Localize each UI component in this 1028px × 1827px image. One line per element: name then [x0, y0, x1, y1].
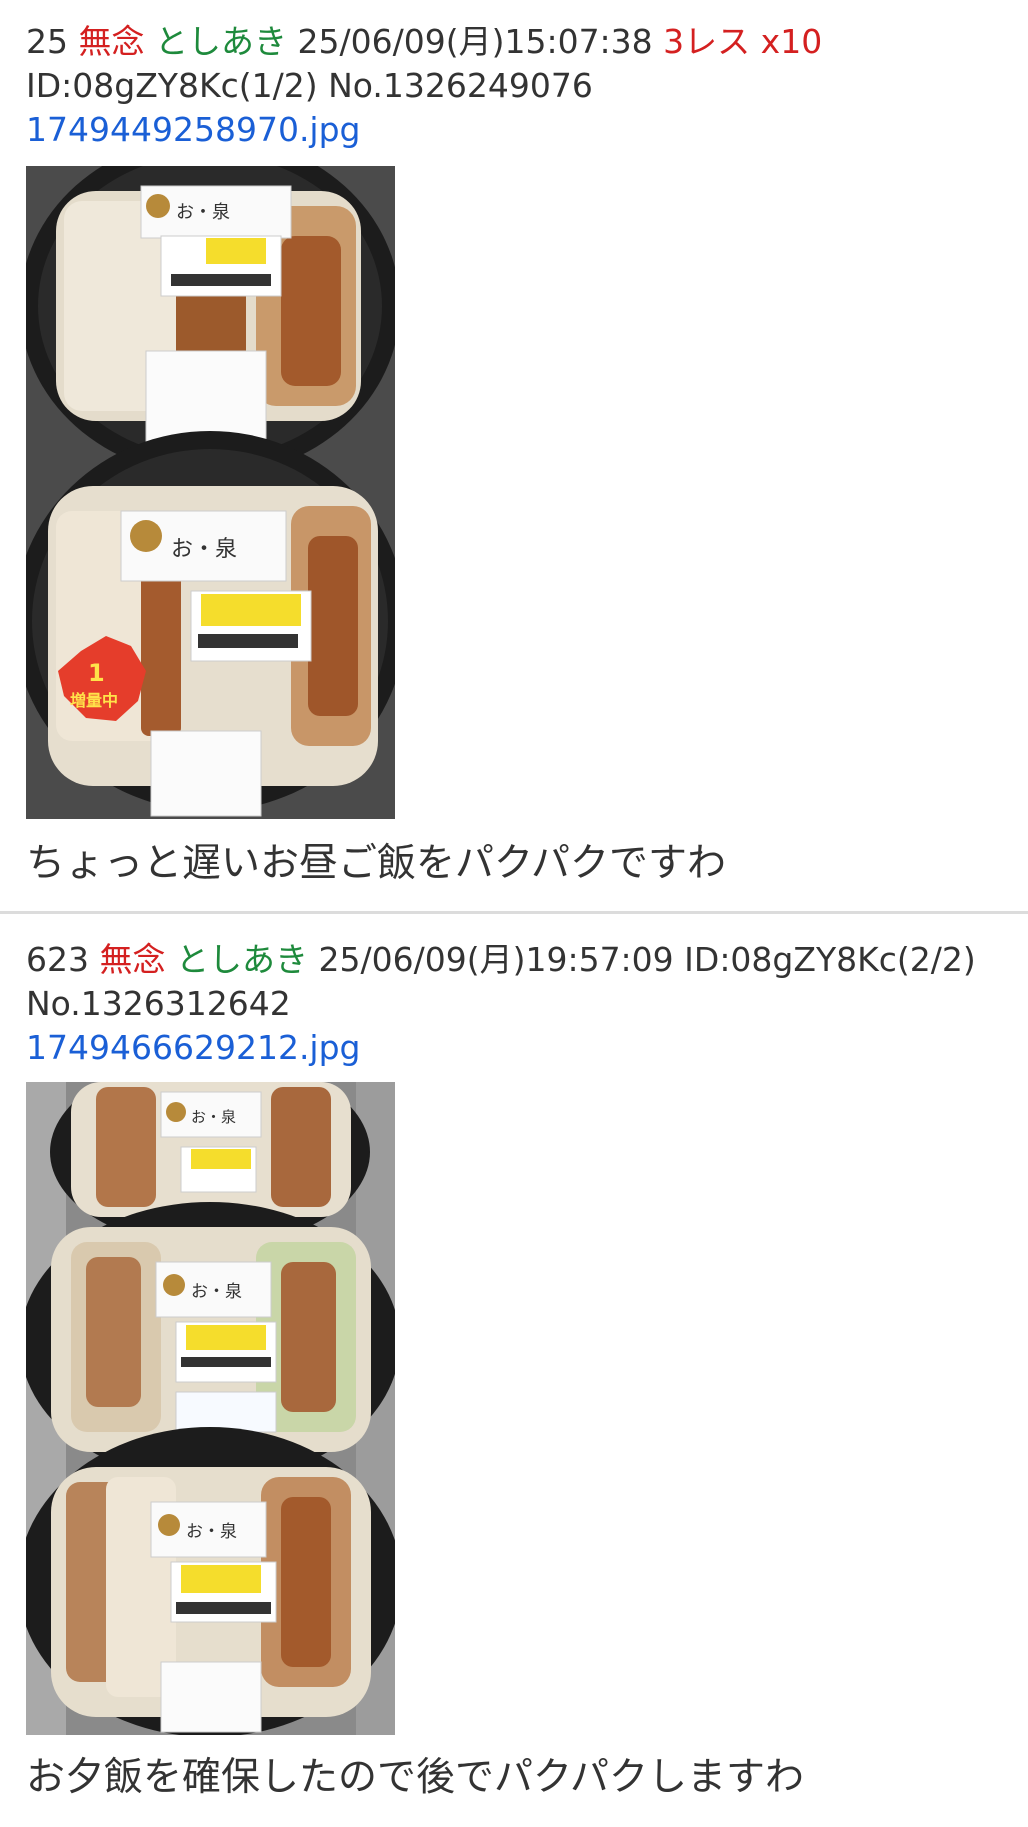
product-label-text: お・泉	[191, 1282, 242, 1302]
post-mail: 無念	[99, 940, 166, 979]
promo-badge-number: 1	[88, 659, 105, 687]
katsu-sandwich-photo: お・泉 お・泉 1 増量中	[26, 166, 395, 819]
product-label-text: お・泉	[186, 1522, 237, 1542]
file-line: 1749466629212.jpg	[26, 1026, 1020, 1070]
katsu-sandwich-photo: お・泉 お・泉 お・泉	[26, 1082, 395, 1735]
product-label-text: お・泉	[176, 202, 230, 223]
post-divider	[0, 911, 1028, 914]
post-comment: お夕飯を確保したので後でパクパクしますわ	[26, 1755, 805, 1800]
post-image[interactable]: お・泉 お・泉 お・泉	[26, 1082, 395, 1735]
sodane-count[interactable]: x10	[761, 22, 823, 61]
post-no[interactable]: No.1326312642	[26, 984, 291, 1023]
post-name: としあき	[176, 940, 308, 979]
post-number: 623	[26, 940, 89, 979]
post-number: 25	[26, 22, 68, 61]
file-link[interactable]: 1749449258970.jpg	[26, 110, 361, 149]
post-datetime: 25/06/09(月)19:57:09	[318, 940, 674, 979]
post-id[interactable]: ID:08gZY8Kc(1/2)	[26, 66, 318, 105]
post-datetime: 25/06/09(月)15:07:38	[297, 22, 653, 61]
reply-count[interactable]: 3レス	[663, 22, 750, 61]
post-id-line: ID:08gZY8Kc(1/2) No.1326249076	[26, 64, 1020, 108]
post-mail: 無念	[78, 22, 145, 61]
post-id[interactable]: ID:08gZY8Kc(2/2)	[684, 940, 976, 979]
post-no[interactable]: No.1326249076	[328, 66, 593, 105]
promo-badge-text: 増量中	[70, 691, 118, 710]
post-header: 623 無念 としあき 25/06/09(月)19:57:09 ID:08gZY…	[26, 938, 1020, 982]
file-line: 1749449258970.jpg	[26, 108, 1020, 152]
product-label-text: お・泉	[191, 1108, 236, 1126]
post-header: 25 無念 としあき 25/06/09(月)15:07:38 3レス x10	[26, 20, 1020, 64]
product-label-text: お・泉	[171, 537, 237, 562]
post-image[interactable]: お・泉 お・泉 1 増量中	[26, 166, 395, 819]
post-name: としあき	[155, 22, 287, 61]
file-link[interactable]: 1749466629212.jpg	[26, 1028, 361, 1067]
post-comment: ちょっと遅いお昼ご飯をパクパクですわ	[26, 841, 727, 886]
post-no-line: No.1326312642	[26, 982, 1020, 1026]
